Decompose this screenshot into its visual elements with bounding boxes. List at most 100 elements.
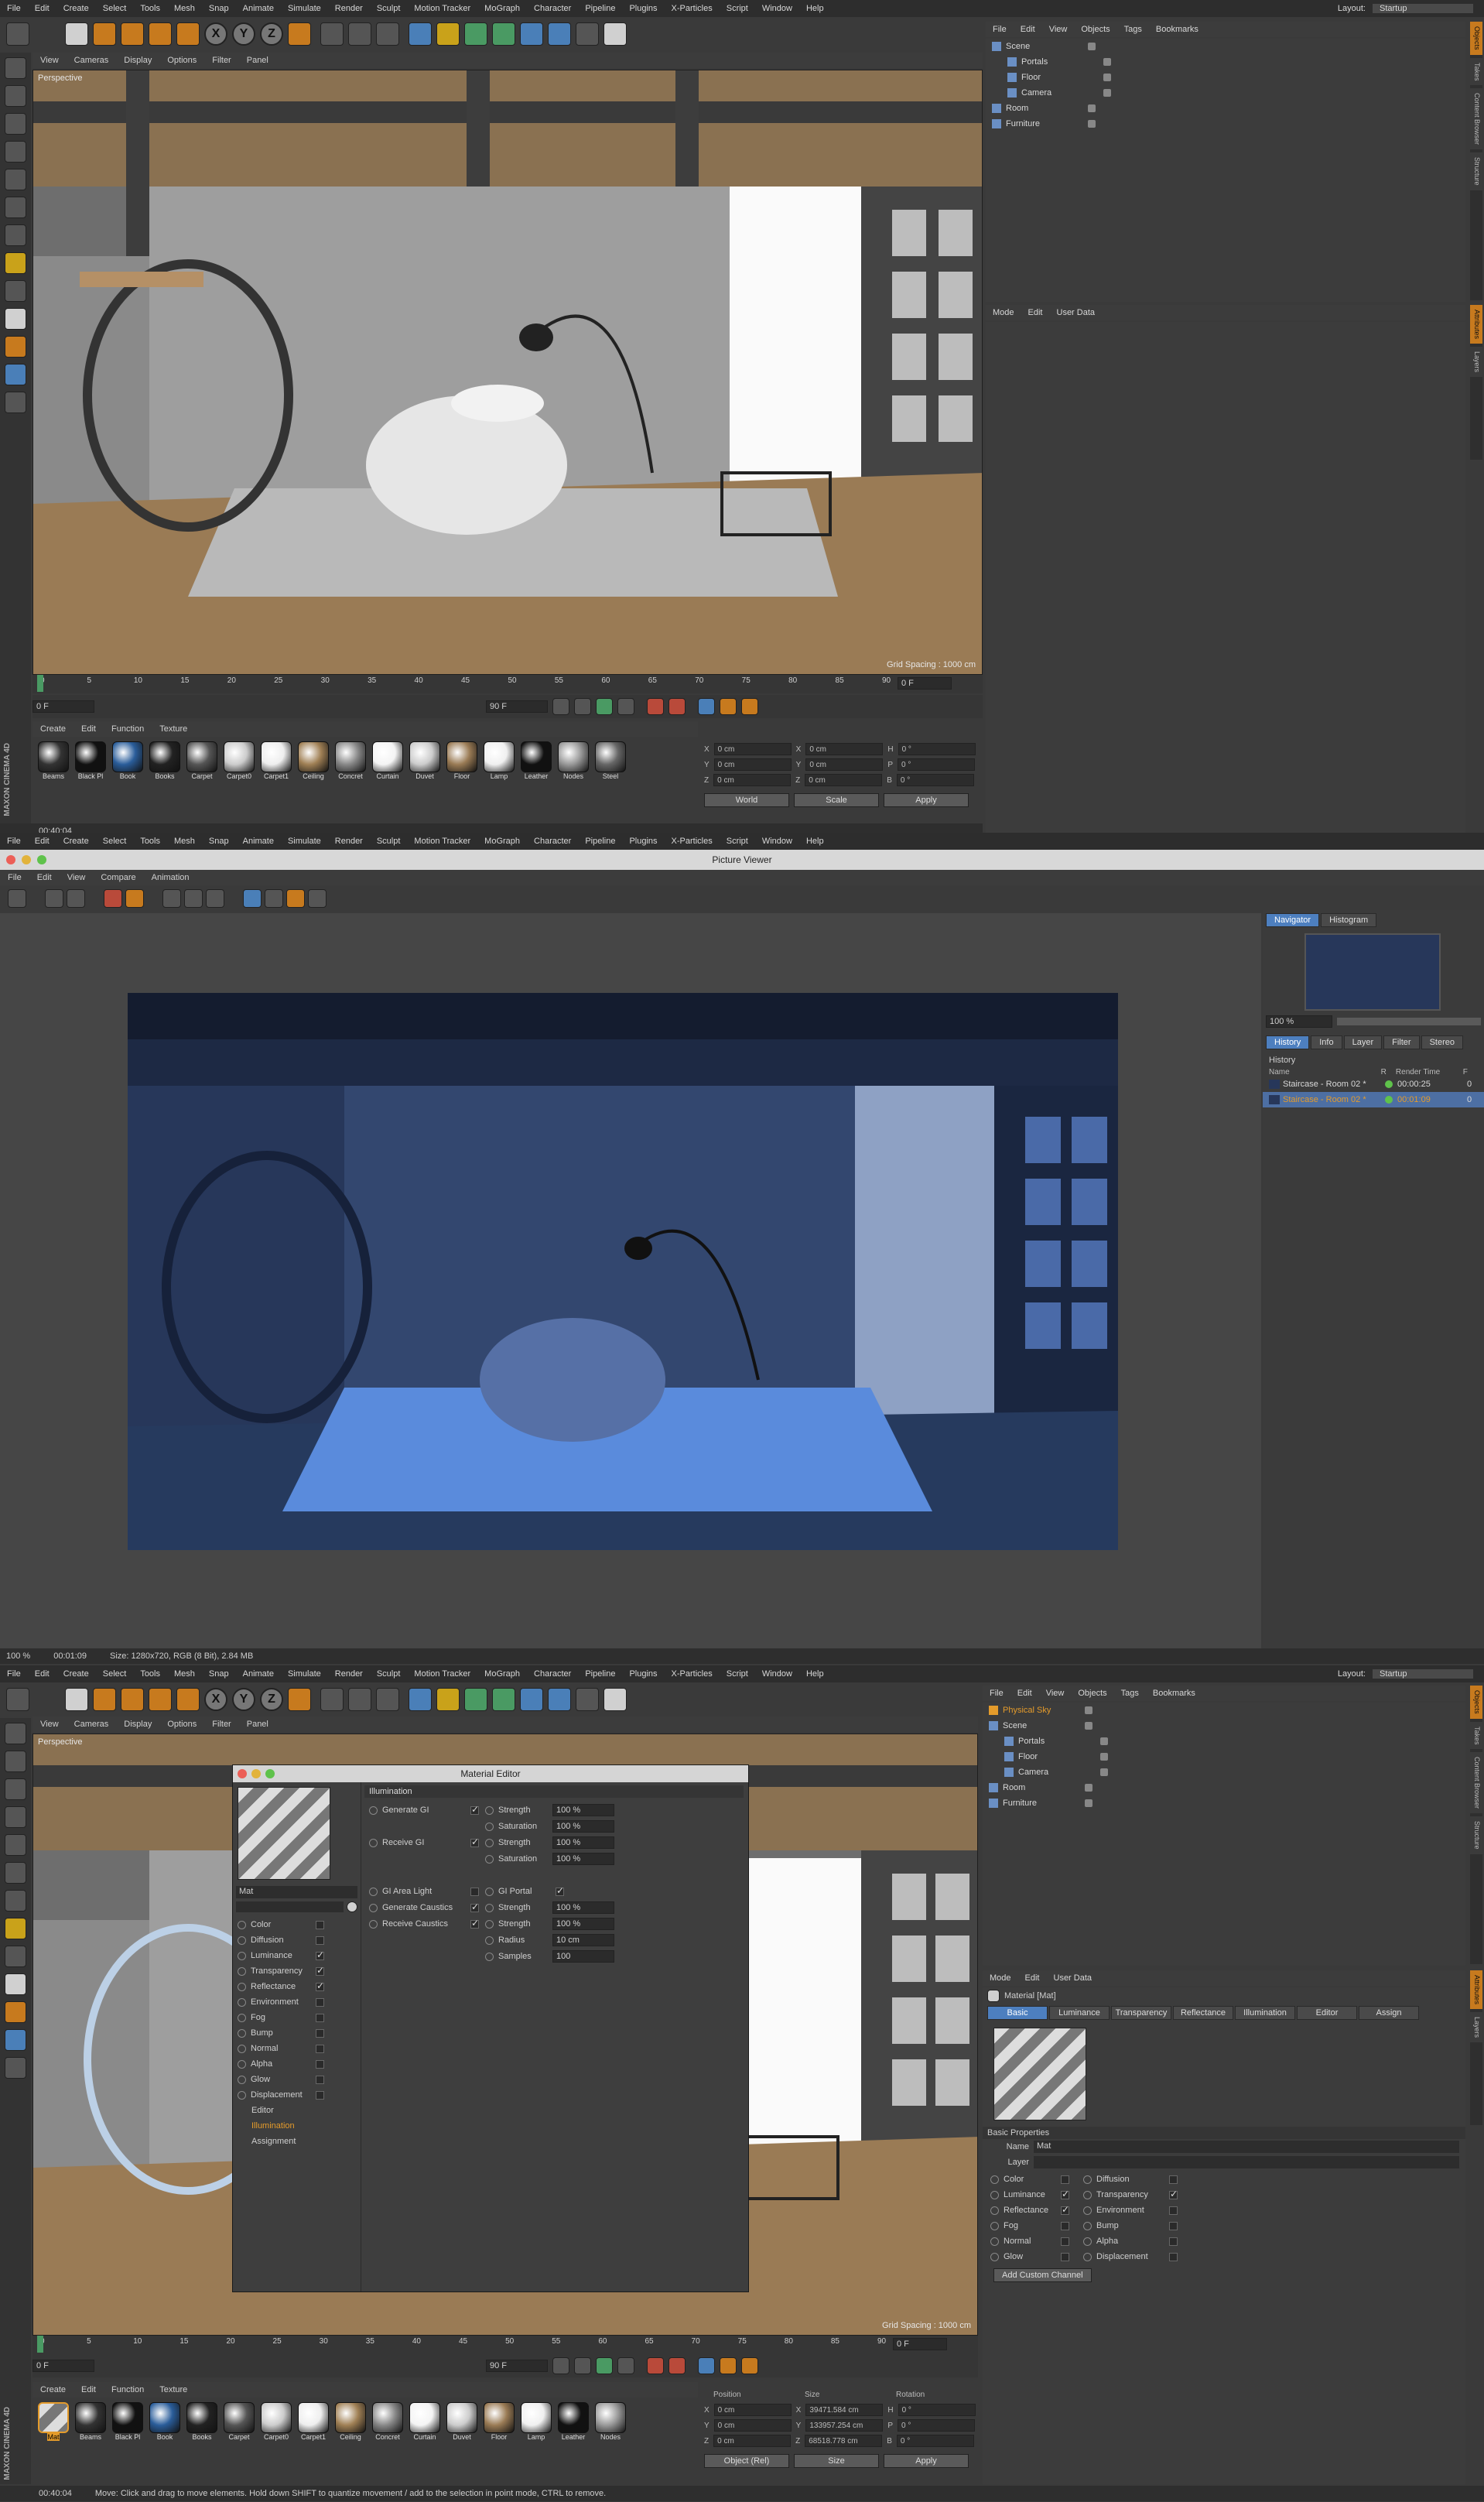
axis-mode-icon[interactable] [5,252,26,274]
key-position-icon[interactable] [698,698,715,715]
coord-field[interactable]: 0 ° [896,774,974,786]
side-tab-structure[interactable]: Structure [1470,1816,1482,1854]
menu-motion-tracker[interactable]: Motion Tracker [407,4,477,13]
attr-radio[interactable] [990,2252,999,2261]
me-param-saturation[interactable]: Saturation 100 % [485,1819,614,1834]
attr-radio[interactable] [1083,2221,1092,2230]
param-field[interactable]: 10 cm [552,1934,614,1946]
objects-menu-objects[interactable]: Objects [1071,1689,1113,1698]
object-row[interactable]: Room [986,101,1465,116]
coord-field[interactable]: 0 cm [805,758,884,771]
channel-checkbox[interactable] [316,2059,324,2069]
me-param-saturation[interactable]: Saturation 100 % [485,1851,614,1867]
key-scale-icon[interactable] [720,698,737,715]
material-swatch[interactable]: Curtain [370,741,405,820]
side-tab-objects[interactable]: Objects [1470,22,1482,55]
pv-a-icon[interactable] [162,889,181,908]
y-axis-icon[interactable]: Y [232,1688,255,1711]
history-row[interactable]: Staircase - Room 02 * 00:01:09 0 [1263,1092,1484,1107]
menu-select[interactable]: Select [96,1669,134,1679]
play-forward-icon[interactable] [596,698,613,715]
viewport-menu-options[interactable]: Options [159,56,204,65]
me-param-radius[interactable]: Radius 10 cm [485,1932,614,1948]
zoom-icon[interactable] [37,855,46,864]
menu-animate[interactable]: Animate [236,1669,281,1679]
side-tab-attributes[interactable]: Attributes [1470,1970,1482,2010]
menu-tools[interactable]: Tools [133,1669,167,1679]
object-row[interactable]: Furniture [983,1795,1465,1811]
pv-canvas[interactable] [0,913,1261,1648]
menu-file[interactable]: File [0,4,28,13]
material-swatch[interactable]: Book [147,2402,183,2481]
coord-field[interactable]: 0 ° [898,2404,976,2416]
pv-menu-animation[interactable]: Animation [144,873,197,882]
object-row[interactable]: Furniture [986,116,1465,132]
object-row[interactable]: Scene [986,39,1465,54]
material-swatch[interactable]: Carpet [221,2402,257,2481]
play-forward-icon[interactable] [596,2357,613,2374]
object-row[interactable]: Portals [986,54,1465,70]
workplane-icon[interactable] [5,141,26,163]
channel-radio[interactable] [238,1997,246,2007]
side-tab-objects[interactable]: Objects [1470,1686,1482,1719]
attr-preview[interactable] [993,2028,1086,2120]
menu-help[interactable]: Help [799,1669,831,1679]
grid-icon[interactable] [5,2057,26,2079]
side-tab-content-browser[interactable]: Content Browser [1470,1752,1482,1814]
viewport-menu-display[interactable]: Display [116,1720,159,1729]
coord-system-icon[interactable] [288,22,311,46]
material-menu-create[interactable]: Create [32,724,74,734]
menu-select[interactable]: Select [96,4,134,13]
attr-tab-basic[interactable]: Basic [987,2006,1048,2020]
channel-checkbox[interactable] [316,1997,324,2007]
param-field[interactable]: 100 % [552,1804,614,1816]
material-swatch[interactable]: Carpet [184,741,220,820]
pv-open-icon[interactable] [8,889,26,908]
coord-size-select[interactable]: Scale [794,793,879,807]
coord-field[interactable]: 0 cm [713,2435,792,2447]
snap-icon[interactable] [5,308,26,330]
channel-radio[interactable] [238,1920,246,1929]
pv-tab-histogram[interactable]: Histogram [1321,913,1377,927]
param-radio[interactable] [485,1936,494,1945]
pv-b-icon[interactable] [184,889,203,908]
material-menu-function[interactable]: Function [104,2385,152,2394]
attributes-menu-mode[interactable]: Mode [983,1973,1018,1983]
autokey-icon[interactable] [668,698,686,715]
param-radio[interactable] [485,1822,494,1831]
side-tab-takes[interactable]: Takes [1470,57,1482,86]
apply-button[interactable]: Apply [884,793,969,807]
me-param-strength[interactable]: Strength 100 % [485,1900,614,1915]
add-custom-channel-button[interactable]: Add Custom Channel [993,2268,1092,2282]
render-region-icon[interactable] [320,22,344,46]
channel-radio[interactable] [238,1982,246,1991]
menu-window[interactable]: Window [755,837,799,846]
me-channel-normal[interactable]: Normal [233,2041,361,2056]
selection-icon[interactable] [65,22,88,46]
menu-sculpt[interactable]: Sculpt [370,837,408,846]
object-row[interactable]: Scene [983,1718,1465,1734]
channel-checkbox[interactable] [316,2075,324,2084]
material-swatch[interactable]: Floor [444,741,480,820]
coord-field[interactable]: 68518.778 cm [805,2435,883,2447]
menu-help[interactable]: Help [799,4,831,13]
object-row[interactable]: Camera [983,1764,1465,1780]
material-swatch[interactable]: Curtain [407,2402,443,2481]
pv-zoom-slider[interactable] [1337,1018,1481,1025]
attr-opt-alpha[interactable]: Alpha [1083,2233,1207,2249]
param-field[interactable]: 100 % [552,1820,614,1833]
playhead[interactable] [37,675,43,692]
material-swatch[interactable]: Carpet1 [296,2402,331,2481]
autokey-icon[interactable] [668,2357,686,2374]
material-swatch[interactable]: Lamp [518,2402,554,2481]
attributes-menu-edit[interactable]: Edit [1018,1973,1047,1983]
points-mode-icon[interactable] [5,169,26,190]
undo-icon[interactable] [6,1688,29,1711]
goto-start-icon[interactable] [552,698,569,715]
channel-checkbox[interactable] [316,2090,324,2100]
rotate-icon[interactable] [149,22,172,46]
channel-checkbox[interactable] [316,2013,324,2022]
menu-create[interactable]: Create [56,4,96,13]
render-view-icon[interactable] [348,1688,371,1711]
model-mode-icon[interactable] [5,85,26,107]
